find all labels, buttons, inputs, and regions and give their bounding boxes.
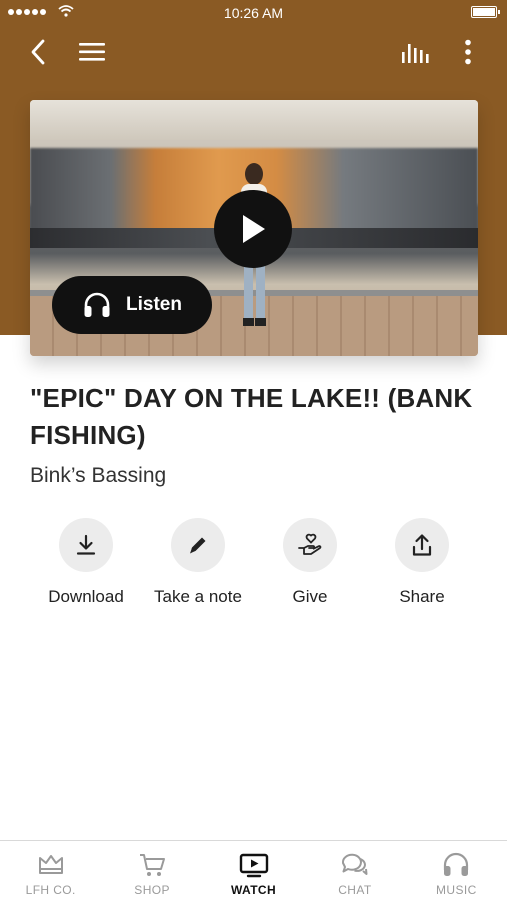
pencil-icon: [190, 537, 206, 554]
crown-icon: [37, 851, 65, 879]
tab-chat[interactable]: CHAT: [304, 841, 405, 901]
bottom-tab-bar: LFH CO. SHOP WATCH CHAT MUSIC: [0, 840, 507, 901]
share-label: Share: [399, 587, 445, 606]
take-note-label: Take a note: [154, 587, 242, 606]
tab-shop[interactable]: SHOP: [101, 841, 202, 901]
play-button[interactable]: [214, 190, 292, 268]
cart-icon: [138, 851, 166, 879]
back-button[interactable]: [20, 34, 56, 70]
listen-button[interactable]: Listen: [52, 276, 212, 334]
give-label: Give: [292, 587, 328, 606]
tab-label: CHAT: [338, 883, 372, 897]
headphones-icon: [442, 851, 470, 879]
listen-label: Listen: [126, 294, 182, 315]
video-title: "EPIC" DAY ON THE LAKE!! (BANK FISHING): [30, 383, 473, 450]
tab-label: WATCH: [230, 883, 277, 897]
tab-label: MUSIC: [435, 883, 477, 897]
tab-label: LFH CO.: [25, 883, 76, 897]
share-button[interactable]: Share: [366, 518, 478, 607]
tab-watch[interactable]: WATCH: [203, 841, 304, 901]
status-bar: 10:26 AM: [0, 0, 507, 26]
chevron-left-icon: [31, 39, 45, 65]
menu-button[interactable]: [74, 34, 110, 70]
give-button[interactable]: Give: [254, 518, 366, 607]
download-label: Download: [48, 587, 124, 606]
video-thumbnail[interactable]: Listen: [30, 100, 478, 356]
tab-music[interactable]: MUSIC: [406, 841, 507, 901]
share-icon: [412, 534, 432, 556]
tab-lfh-co[interactable]: LFH CO.: [0, 841, 101, 901]
more-options-button[interactable]: [450, 34, 486, 70]
take-note-button[interactable]: Take a note: [142, 518, 254, 607]
download-button[interactable]: Download: [30, 518, 142, 607]
give-heart-hand-icon: [298, 533, 322, 555]
chat-bubbles-icon: [340, 851, 370, 879]
download-icon: [76, 534, 96, 555]
equalizer-button[interactable]: [397, 34, 433, 70]
hamburger-icon: [79, 43, 105, 61]
tab-label: SHOP: [134, 883, 170, 897]
battery-icon: [471, 6, 500, 18]
headphones-icon: [82, 290, 112, 320]
equalizer-icon: [402, 44, 429, 63]
play-icon: [243, 215, 265, 243]
tv-play-icon: [239, 851, 269, 879]
status-time: 10:26 AM: [223, 5, 284, 21]
channel-name[interactable]: Bink’s Bassing: [30, 464, 166, 488]
vertical-dots-icon: [465, 39, 471, 65]
